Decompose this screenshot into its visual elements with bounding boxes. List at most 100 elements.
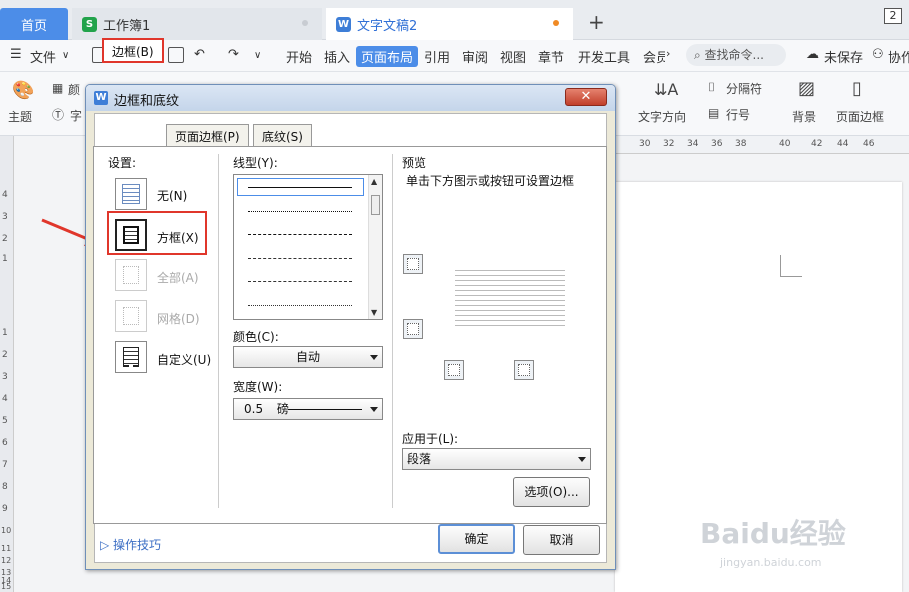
apply-to-select[interactable]: 段落 <box>402 448 591 470</box>
line-style-dash-dot[interactable] <box>248 281 352 282</box>
dialog-title-bar[interactable]: W 边框和底纹 ✕ <box>86 85 615 111</box>
setting-none-label[interactable]: 无(N) <box>157 187 187 204</box>
menu-references[interactable]: 引用 <box>424 47 450 66</box>
writer-icon: W <box>94 91 108 105</box>
menu-page-layout[interactable]: 页面布局 <box>356 46 419 67</box>
scroll-right-icon[interactable]: › <box>666 47 670 60</box>
text-direction-button[interactable]: 文字方向 <box>638 108 686 125</box>
scroll-thumb[interactable] <box>371 195 380 215</box>
separator-icon[interactable]: ⌷ <box>708 80 715 95</box>
horizontal-ruler: 30 32 34 36 38 40 42 44 46 <box>615 136 909 154</box>
window-count-badge[interactable]: 2 <box>884 8 902 24</box>
setting-grid-icon[interactable] <box>115 300 147 332</box>
play-circle-icon: ▷ <box>100 538 114 552</box>
width-label: 宽度(W): <box>233 380 283 394</box>
preview-sample[interactable] <box>455 266 565 326</box>
menu-file[interactable]: 文件 <box>30 47 56 66</box>
tab-border[interactable]: 边框(B) <box>102 38 164 63</box>
hamburger-icon[interactable]: ☰ <box>10 47 22 62</box>
dialog-title: 边框和底纹 <box>114 94 180 109</box>
color-select[interactable]: 自动 <box>233 346 383 368</box>
print-preview-icon[interactable] <box>168 47 184 63</box>
tab-workbook[interactable]: S 工作簿1 <box>72 8 322 40</box>
setting-box-label[interactable]: 方框(X) <box>157 229 199 246</box>
separator-button[interactable]: 分隔符 <box>726 80 762 97</box>
ruler-tick: 6 <box>2 438 8 448</box>
page-border-button[interactable]: 页面边框 <box>836 108 884 125</box>
line-style-dashed-short[interactable] <box>248 234 352 235</box>
search-placeholder: 查找命令... <box>704 48 764 62</box>
page-lines-icon <box>122 184 140 204</box>
writer-icon: W <box>336 16 351 32</box>
close-button[interactable]: ✕ <box>565 88 607 106</box>
menu-member[interactable]: 会员 <box>643 47 665 66</box>
tab-panel: 设置: 无(N) 方框(X) 全部(A) 网格(D) 自定义(U) 线型(Y):… <box>93 146 608 526</box>
line-style-scrollbar[interactable]: ▲ ▼ <box>368 175 382 319</box>
options-button[interactable]: 选项(O)... <box>513 477 590 507</box>
ruler-tick: 46 <box>863 139 875 149</box>
font-button[interactable]: 字 <box>70 107 82 124</box>
tips-link[interactable]: ▷ 操作技巧 <box>100 536 161 553</box>
new-tab-button[interactable]: + <box>588 10 605 34</box>
setting-all-icon[interactable] <box>115 259 147 291</box>
scroll-up-icon[interactable]: ▲ <box>371 177 377 186</box>
setting-grid-label[interactable]: 网格(D) <box>157 310 200 327</box>
setting-custom-label[interactable]: 自定义(U) <box>157 351 211 368</box>
margin-corner-mark <box>780 255 802 277</box>
line-style-list[interactable]: ▲ ▼ <box>233 174 383 320</box>
font-icon[interactable]: Ⓣ <box>52 106 64 123</box>
collab-label[interactable]: 协作 <box>888 47 909 66</box>
custom-border-icon <box>123 347 139 367</box>
right-border-button[interactable] <box>514 360 534 380</box>
chevron-down-icon[interactable]: ∨ <box>62 50 69 61</box>
bottom-border-button[interactable] <box>403 319 423 339</box>
line-number-button[interactable]: 行号 <box>726 106 750 123</box>
more-icon[interactable]: ∨ <box>254 50 261 61</box>
menu-developer[interactable]: 开发工具 <box>578 47 630 66</box>
width-select[interactable]: 0.5 磅 <box>233 398 383 420</box>
tab-document[interactable]: W 文字文稿2 <box>326 8 573 40</box>
left-border-button[interactable] <box>444 360 464 380</box>
setting-none-icon[interactable] <box>115 178 147 210</box>
background-button[interactable]: 背景 <box>792 108 816 125</box>
undo-icon[interactable]: ↶ <box>194 47 205 62</box>
menu-section[interactable]: 章节 <box>538 47 564 66</box>
cancel-button[interactable]: 取消 <box>523 525 600 555</box>
grid-icon <box>123 307 139 325</box>
tab-shading[interactable]: 底纹(S) <box>253 124 312 146</box>
ruler-tick: 4 <box>2 190 8 200</box>
line-style-dashed[interactable] <box>248 258 352 259</box>
text-direction-icon[interactable]: ⇊A <box>654 80 678 99</box>
user-icon[interactable]: ⚇ <box>872 47 884 62</box>
background-icon[interactable]: ▨ <box>798 78 815 99</box>
command-search[interactable]: ⌕ 查找命令... <box>686 44 786 66</box>
unsaved-label[interactable]: 未保存 <box>824 47 863 66</box>
tab-page-border[interactable]: 页面边框(P) <box>166 124 249 146</box>
top-border-icon <box>407 258 419 270</box>
cloud-icon[interactable]: ☁ <box>806 47 819 62</box>
theme-button[interactable]: 主题 <box>8 108 32 125</box>
color-scheme-button[interactable]: 颜 <box>68 81 80 98</box>
page-border-icon[interactable]: ▯ <box>852 78 862 99</box>
menu-view[interactable]: 视图 <box>500 47 526 66</box>
ok-button[interactable]: 确定 <box>438 524 515 554</box>
line-style-dotted[interactable] <box>248 211 352 212</box>
setting-box-icon[interactable] <box>115 219 147 251</box>
setting-custom-icon[interactable] <box>115 341 147 373</box>
line-style-dash-dot-dot[interactable] <box>248 305 352 306</box>
scroll-down-icon[interactable]: ▼ <box>371 308 377 317</box>
menu-insert[interactable]: 插入 <box>324 47 350 66</box>
color-scheme-icon[interactable]: ▦ <box>52 81 63 95</box>
theme-icon[interactable]: 🎨 <box>12 80 34 101</box>
redo-icon[interactable]: ↷ <box>228 47 239 62</box>
setting-all-label[interactable]: 全部(A) <box>157 269 199 286</box>
menu-review[interactable]: 审阅 <box>462 47 488 66</box>
line-number-icon[interactable]: ▤ <box>708 106 719 120</box>
tab-home[interactable]: 首页 <box>0 8 68 40</box>
watermark-url: jingyan.baidu.com <box>720 556 822 569</box>
menu-home[interactable]: 开始 <box>286 47 312 66</box>
ruler-tick: 5 <box>2 416 8 426</box>
line-style-solid[interactable] <box>248 187 352 188</box>
width-value: 0.5 <box>244 402 264 416</box>
top-border-button[interactable] <box>403 254 423 274</box>
